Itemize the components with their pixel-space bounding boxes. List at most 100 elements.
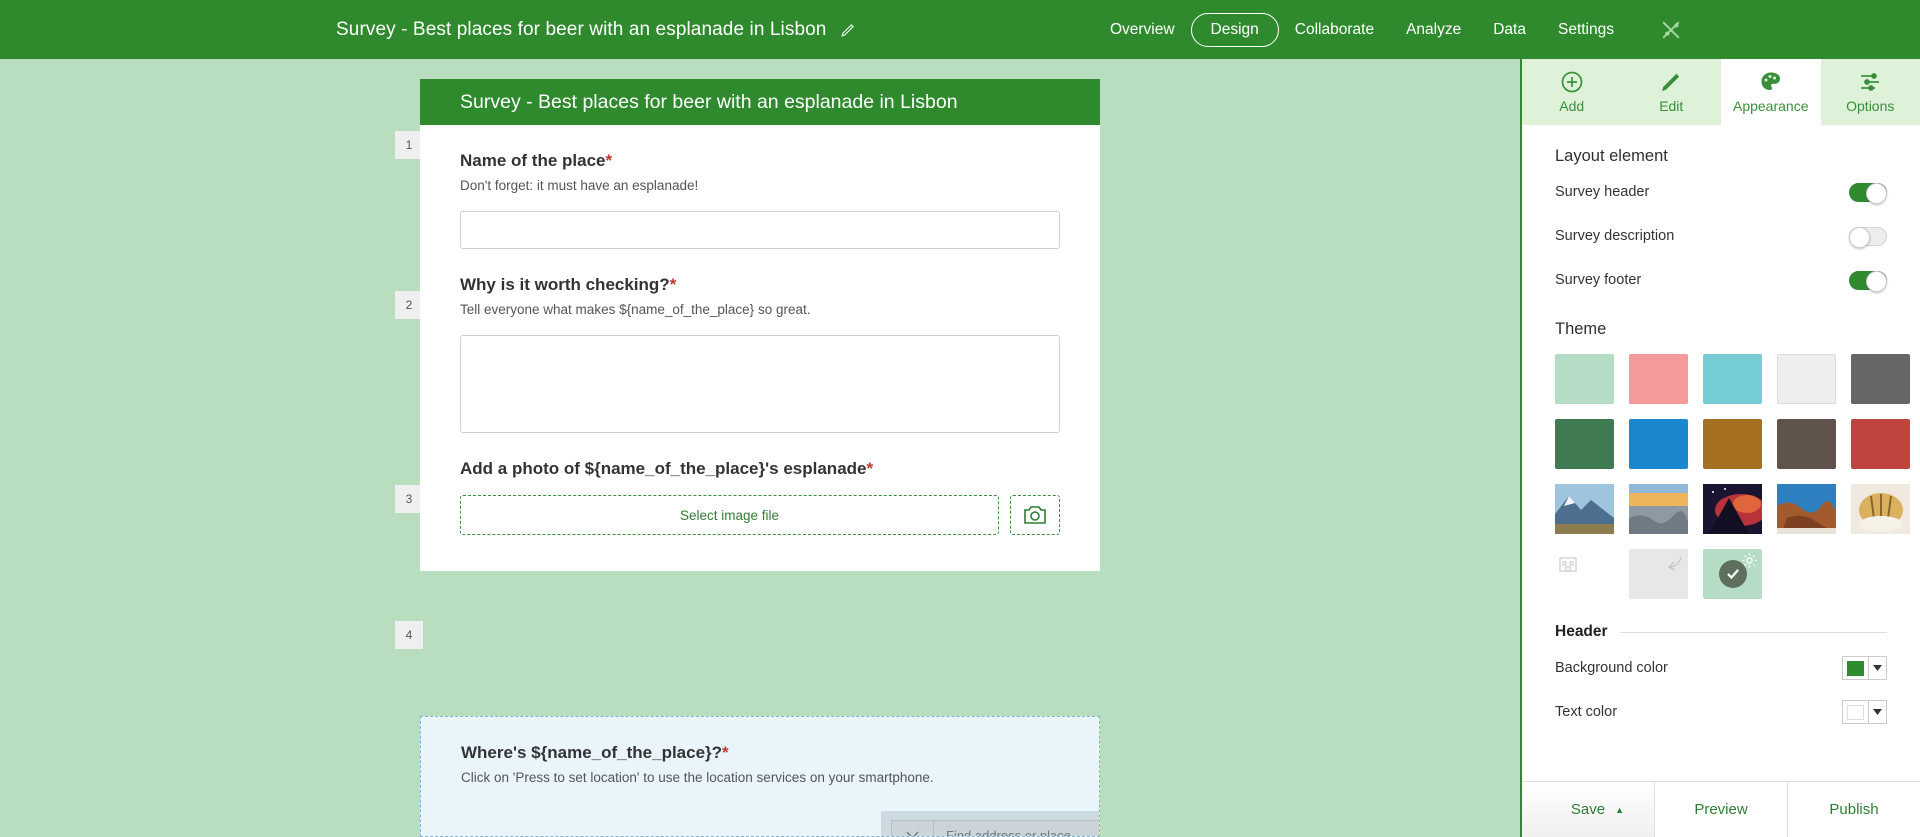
row-survey-header: Survey header: [1555, 174, 1887, 210]
text-color-chip[interactable]: [1842, 700, 1869, 724]
preview-button[interactable]: Preview: [1655, 782, 1788, 837]
theme-heading: Theme: [1555, 320, 1607, 338]
question-2-textarea[interactable]: [460, 335, 1060, 433]
question-1-title: Name of the place*: [460, 151, 613, 170]
theme-swatch-seashell-photo[interactable]: [1851, 484, 1910, 534]
row-survey-footer: Survey footer: [1555, 262, 1887, 298]
survey-header-banner[interactable]: Survey - Best places for beer with an es…: [420, 79, 1100, 125]
background-color-label: Background color: [1555, 660, 1668, 676]
question-block-2[interactable]: Why is it worth checking?* Tell everyone…: [420, 249, 1100, 433]
plus-circle-icon: [1560, 70, 1584, 94]
map-search-bar[interactable]: Find address or place: [891, 820, 1099, 837]
tab-add[interactable]: Add: [1522, 59, 1622, 125]
pencil-icon[interactable]: [840, 21, 857, 38]
survey-footer-toggle[interactable]: [1849, 270, 1887, 292]
question-4-title: Where's ${name_of_the_place}?*: [461, 743, 729, 762]
theme-swatch-dark-gray[interactable]: [1851, 354, 1910, 404]
caret-up-icon[interactable]: ▲: [1615, 805, 1624, 815]
tab-appearance-label: Appearance: [1732, 98, 1809, 114]
main-nav: Overview Design Collaborate Analyze Data…: [1094, 0, 1630, 59]
theme-swatch-mint[interactable]: [1555, 354, 1614, 404]
nav-collaborate[interactable]: Collaborate: [1279, 0, 1390, 59]
question-number-4: 4: [395, 621, 423, 649]
top-bar: Survey - Best places for beer with an es…: [0, 0, 1920, 59]
question-block-4[interactable]: Where's ${name_of_the_place}?* Click on …: [420, 716, 1100, 837]
header-section-heading: Header: [1555, 623, 1887, 641]
theme-swatch-blue[interactable]: [1629, 419, 1688, 469]
sidebar-footer: Save ▲ Preview Publish: [1522, 781, 1920, 837]
theme-swatch-custom-upload-tile[interactable]: [1629, 549, 1688, 599]
page-title: Survey - Best places for beer with an es…: [336, 18, 827, 40]
sidebar-body: Layout element Survey header Survey desc…: [1522, 125, 1920, 781]
select-image-file-button[interactable]: Select image file: [460, 495, 999, 535]
design-canvas: 1 2 3 4 Survey - Best places for beer wi…: [0, 59, 1520, 837]
tab-edit[interactable]: Edit: [1622, 59, 1722, 125]
theme-swatch-current-theme-tile[interactable]: [1703, 549, 1762, 599]
toggle-knob: [1866, 270, 1887, 292]
question-1-text-input[interactable]: [460, 211, 1060, 249]
shuffle-icon[interactable]: [1660, 0, 1682, 59]
section-divider: [1619, 631, 1887, 633]
theme-swatch-mountain-photo[interactable]: [1555, 484, 1614, 534]
theme-swatch-white[interactable]: [1777, 354, 1836, 404]
survey-footer-label: Survey footer: [1555, 272, 1642, 288]
app-root: Survey - Best places for beer with an es…: [0, 0, 1920, 837]
sliders-icon: [1858, 70, 1882, 94]
survey-description-toggle[interactable]: [1849, 226, 1887, 248]
image-upload-row: Select image file: [460, 495, 1060, 535]
row-text-color: Text color: [1555, 695, 1887, 729]
toggle-knob: [1866, 182, 1887, 204]
camera-capture-button[interactable]: [1010, 495, 1060, 535]
map-search-input[interactable]: Find address or place: [934, 828, 1099, 837]
background-color-chip[interactable]: [1842, 656, 1869, 680]
chevron-down-icon[interactable]: [1869, 700, 1887, 724]
map-widget[interactable]: Find address or place +: [881, 811, 1099, 837]
save-button[interactable]: Save ▲: [1522, 782, 1655, 837]
theme-swatch-canyon-photo[interactable]: [1777, 484, 1836, 534]
text-color-picker[interactable]: [1842, 700, 1887, 724]
required-marker: *: [866, 459, 874, 478]
toggle-knob: [1849, 226, 1870, 248]
question-4-hint: Click on 'Press to set location' to use …: [461, 770, 934, 785]
caret-down-icon[interactable]: [892, 821, 934, 836]
nav-data[interactable]: Data: [1477, 0, 1542, 59]
appearance-sidebar: Add Edit Appearance Options Layout eleme…: [1520, 59, 1920, 837]
survey-header-toggle[interactable]: [1849, 182, 1887, 204]
theme-swatch-red[interactable]: [1851, 419, 1910, 469]
tab-options[interactable]: Options: [1821, 59, 1920, 125]
theme-swatch-grid: [1555, 354, 1910, 599]
theme-swatch-turquoise[interactable]: [1703, 354, 1762, 404]
selected-check-icon: [1718, 560, 1747, 588]
tab-appearance[interactable]: Appearance: [1721, 59, 1821, 125]
theme-swatch-organization-logo-tile[interactable]: [1555, 549, 1614, 599]
tab-add-label: Add: [1559, 98, 1585, 114]
nav-design[interactable]: Design: [1190, 12, 1279, 47]
required-marker: *: [722, 743, 729, 762]
palette-icon: [1759, 70, 1783, 94]
theme-swatch-salmon[interactable]: [1629, 354, 1688, 404]
question-2-hint: Tell everyone what makes ${name_of_the_p…: [460, 302, 811, 317]
theme-swatch-forest-green[interactable]: [1555, 419, 1614, 469]
theme-swatch-coast-sunset-photo[interactable]: [1629, 484, 1688, 534]
question-block-3[interactable]: Add a photo of ${name_of_the_place}'s es…: [420, 433, 1100, 571]
survey-header-label: Survey header: [1555, 184, 1650, 200]
theme-swatch-brown[interactable]: [1777, 419, 1836, 469]
tab-options-label: Options: [1846, 98, 1895, 114]
nav-analyze[interactable]: Analyze: [1390, 0, 1477, 59]
layout-element-heading: Layout element: [1555, 147, 1668, 165]
survey-title-group: Survey - Best places for beer with an es…: [336, 0, 857, 59]
question-number-1: 1: [395, 131, 423, 159]
question-block-1[interactable]: Name of the place* Don't forget: it must…: [420, 125, 1100, 249]
sidebar-tabs: Add Edit Appearance Options: [1522, 59, 1920, 125]
chevron-down-icon[interactable]: [1869, 656, 1887, 680]
question-number-3: 3: [395, 485, 423, 513]
theme-swatch-night-aurora-photo[interactable]: [1703, 484, 1767, 534]
question-3-title: Add a photo of ${name_of_the_place}'s es…: [460, 459, 874, 478]
question-4-content: Where's ${name_of_the_place}?* Click on …: [421, 717, 1099, 785]
theme-swatch-ochre[interactable]: [1703, 419, 1762, 469]
nav-overview[interactable]: Overview: [1094, 0, 1191, 59]
background-color-picker[interactable]: [1842, 656, 1887, 680]
tab-edit-label: Edit: [1659, 98, 1684, 114]
nav-settings[interactable]: Settings: [1542, 0, 1630, 59]
publish-button[interactable]: Publish: [1788, 782, 1920, 837]
